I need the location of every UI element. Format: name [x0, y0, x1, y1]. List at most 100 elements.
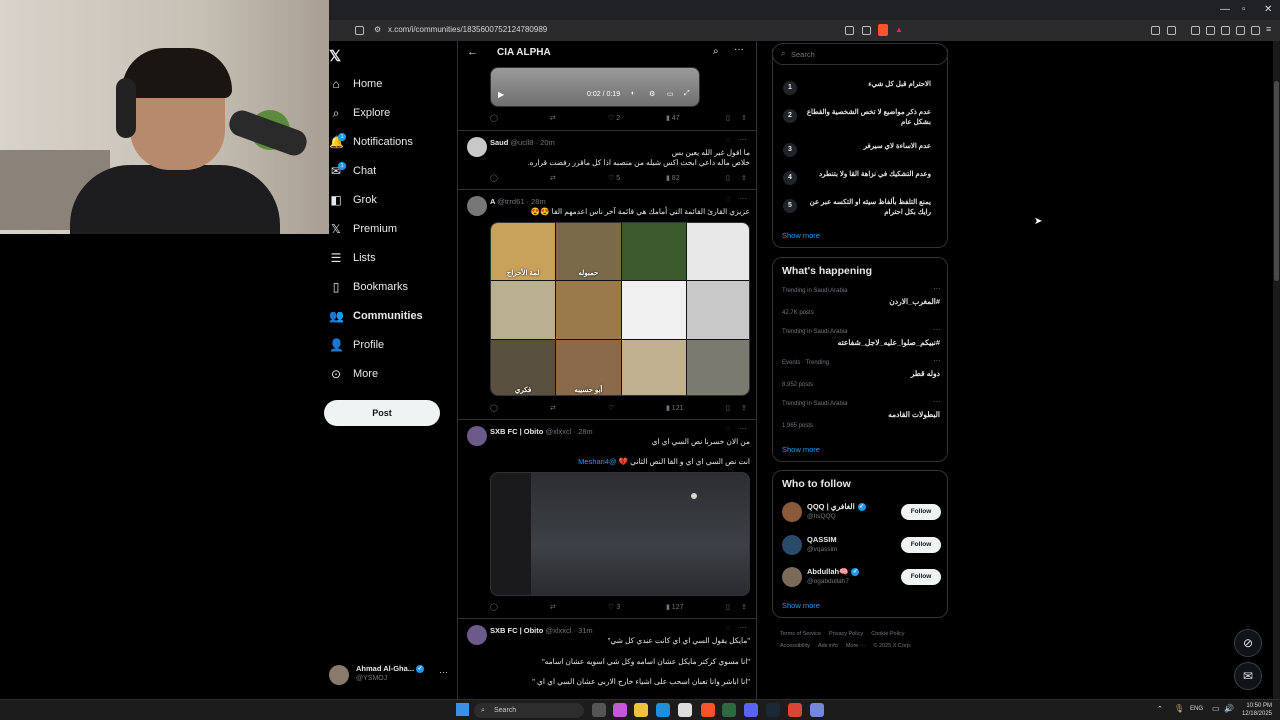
bookmark-icon[interactable]: ▯ — [726, 603, 730, 611]
grid-image-cell[interactable] — [621, 223, 686, 281]
grid-image-cell[interactable] — [621, 339, 686, 395]
grid-image-cell[interactable]: لمة الأحراج — [491, 223, 556, 281]
sidebar-item-bookmarks[interactable]: ▯ Bookmarks — [329, 275, 408, 299]
windows-start-icon[interactable] — [456, 703, 469, 716]
tweet[interactable]: SXB FC | Obito @xlxxcl · 28m ◌ ··· من ال… — [458, 420, 756, 619]
grid-image-cell[interactable] — [491, 281, 556, 339]
views-icon[interactable]: ▮ 121 — [666, 404, 683, 412]
grid-image-cell[interactable] — [556, 281, 621, 339]
trend-item[interactable]: Trending in Saudi Arabia ··· #المغرب_الارد… — [773, 284, 949, 324]
views-icon[interactable]: ▮ 127 — [666, 603, 683, 611]
retweet-icon[interactable]: ⇄ — [550, 174, 556, 182]
maximize-icon[interactable]: ▫ — [1242, 4, 1246, 15]
follow-suggestion[interactable]: QQQ | الغافري ✓ @ItsQQQ Follow — [773, 499, 949, 527]
avatar[interactable] — [782, 535, 802, 555]
scrollbar-thumb[interactable] — [1274, 81, 1279, 281]
search-icon[interactable]: ⌕ — [713, 46, 719, 57]
grid-image-cell[interactable]: أبو حسيبه — [556, 339, 621, 395]
sidebar-item-more[interactable]: ⊙ More — [329, 362, 378, 386]
reply-icon[interactable]: ◯ — [490, 404, 498, 412]
rule-item[interactable]: 2 عدم ذكر مواضيع لا تخص الشخصية والقطاع ب… — [781, 107, 939, 129]
show-more-link[interactable]: Show more — [782, 601, 820, 610]
avatar[interactable] — [467, 137, 487, 157]
volume-icon[interactable]: 🔊 — [1224, 704, 1234, 713]
more-dots-icon[interactable]: ··· — [739, 135, 747, 144]
tweet[interactable]: A @trrd61 · 28m ◌ ··· عزيزي القارئ القائ… — [458, 190, 756, 420]
account-switcher[interactable]: Ahmad Al-Gha... ✓ @YSMOJ ··· — [329, 661, 454, 689]
footer-link[interactable]: Privacy Policy — [829, 631, 863, 637]
like-icon[interactable]: ♡ 3 — [608, 603, 620, 611]
vpn-icon[interactable] — [1236, 26, 1245, 35]
tweet[interactable]: SXB FC | Obito @xlxxcl · 31m ◌ ··· "مايك… — [458, 619, 756, 699]
avatar[interactable] — [782, 567, 802, 587]
volume-icon[interactable]: ◐ — [631, 90, 635, 97]
trend-item[interactable]: Events · Trending ··· دوله قطر 8,952 posts — [773, 356, 949, 396]
more-dots-icon[interactable]: ··· — [739, 623, 747, 632]
taskbar-clock[interactable]: 10:50 PM 12/18/2025 — [1242, 702, 1272, 718]
sidebar-item-notifications[interactable]: 🔔 1 Notifications — [329, 130, 413, 154]
grid-image-cell[interactable] — [621, 281, 686, 339]
like-icon[interactable]: ♡ — [608, 404, 614, 412]
grid-image-cell[interactable]: حمبوله — [556, 223, 621, 281]
taskbar-search[interactable]: ⌕ Search — [474, 703, 584, 718]
sidebar-item-grok[interactable]: ◧ Grok — [329, 188, 377, 212]
brave-shields-icon[interactable] — [878, 24, 888, 36]
x-logo-icon[interactable]: 𝕏 — [329, 47, 341, 65]
file-explorer-icon[interactable] — [634, 703, 648, 717]
tweet-image-grid[interactable]: لمة الأحراج حمبوله فكري أبو حسيبه — [490, 222, 750, 396]
more-dots-icon[interactable]: ··· — [933, 356, 941, 365]
post-button[interactable]: Post — [324, 400, 440, 426]
page-scrollbar[interactable] — [1273, 41, 1280, 699]
show-more-link[interactable]: Show more — [782, 445, 820, 454]
sidebar-item-premium[interactable]: 𝕏 Premium — [329, 217, 397, 241]
play-icon[interactable]: ▶ — [498, 90, 504, 99]
footer-link[interactable]: Ads info — [818, 643, 838, 649]
sidebar-item-communities[interactable]: 👥 Communities — [329, 304, 423, 328]
footer-link[interactable]: © 2025 X Corp. — [873, 643, 911, 649]
store-icon[interactable] — [678, 703, 692, 717]
more-dots-icon[interactable]: ··· — [933, 397, 941, 406]
grok-icon[interactable]: ◌ — [726, 196, 730, 203]
grid-image-cell[interactable] — [686, 223, 749, 281]
follow-button[interactable]: Follow — [901, 569, 941, 585]
extensions-icon[interactable] — [1151, 26, 1160, 35]
edge-icon[interactable] — [656, 703, 670, 717]
tweet[interactable]: Saud @ucll8 · 20m ◌ ··· ما اقول غير الله… — [458, 131, 756, 190]
tweet-author[interactable]: A @trrd61 · 28m — [490, 197, 546, 206]
sidebar-item-explore[interactable]: ⌕ Explore — [329, 101, 391, 125]
retweet-icon[interactable]: ⇄ — [550, 603, 556, 611]
views-icon[interactable]: ▮ 47 — [666, 114, 680, 122]
shield-icon[interactable] — [1251, 26, 1260, 35]
follow-suggestion[interactable]: Abdullah🧠 ✓ @ogabdullah7 Follow — [773, 564, 949, 592]
show-more-link[interactable]: Show more — [782, 231, 820, 240]
copilot-icon[interactable] — [613, 703, 627, 717]
chrome-icon[interactable] — [788, 703, 802, 717]
steam-icon[interactable] — [766, 703, 780, 717]
network-icon[interactable]: ▭ — [1212, 704, 1220, 713]
back-arrow-icon[interactable]: ← — [467, 46, 478, 58]
tab-icon[interactable] — [1221, 26, 1230, 35]
rule-item[interactable]: 4 وعدم التشكيك في نزاهة القا ولا بتنطرد — [781, 169, 939, 191]
avatar[interactable] — [467, 196, 487, 216]
video-player[interactable]: ▶ 0:02 / 0:19 ◐ ⚙ ▭ ⤢ — [490, 67, 700, 107]
share-icon[interactable] — [862, 26, 871, 35]
more-dots-icon[interactable]: ··· — [739, 194, 747, 203]
retweet-icon[interactable]: ⇄ — [550, 114, 556, 122]
bookmark-page-icon[interactable] — [355, 26, 364, 35]
sidebar-icon[interactable] — [1206, 26, 1215, 35]
language-indicator[interactable]: ENG — [1190, 706, 1203, 712]
sidebar-item-lists[interactable]: ☰ Lists — [329, 246, 376, 270]
rule-item[interactable]: 3 عدم الاساءة لاي سيرفر — [781, 141, 939, 163]
grok-icon[interactable]: ◌ — [726, 137, 730, 144]
fullscreen-icon[interactable]: ⤢ — [684, 90, 690, 98]
more-dots-icon[interactable]: ··· — [734, 44, 744, 55]
messages-float-button[interactable]: ✉ — [1234, 662, 1262, 690]
reply-icon[interactable]: ◯ — [490, 603, 498, 611]
brave-icon[interactable] — [701, 703, 715, 717]
footer-link[interactable]: Terms of Service — [780, 631, 821, 637]
settings-icon[interactable]: ⚙ — [649, 90, 655, 98]
footer-link[interactable]: More ··· — [846, 643, 866, 649]
grok-float-button[interactable]: ⊘ — [1234, 629, 1262, 657]
more-dots-icon[interactable]: ··· — [933, 284, 941, 293]
follow-suggestion[interactable]: QASSIM @vqassim Follow — [773, 532, 949, 560]
